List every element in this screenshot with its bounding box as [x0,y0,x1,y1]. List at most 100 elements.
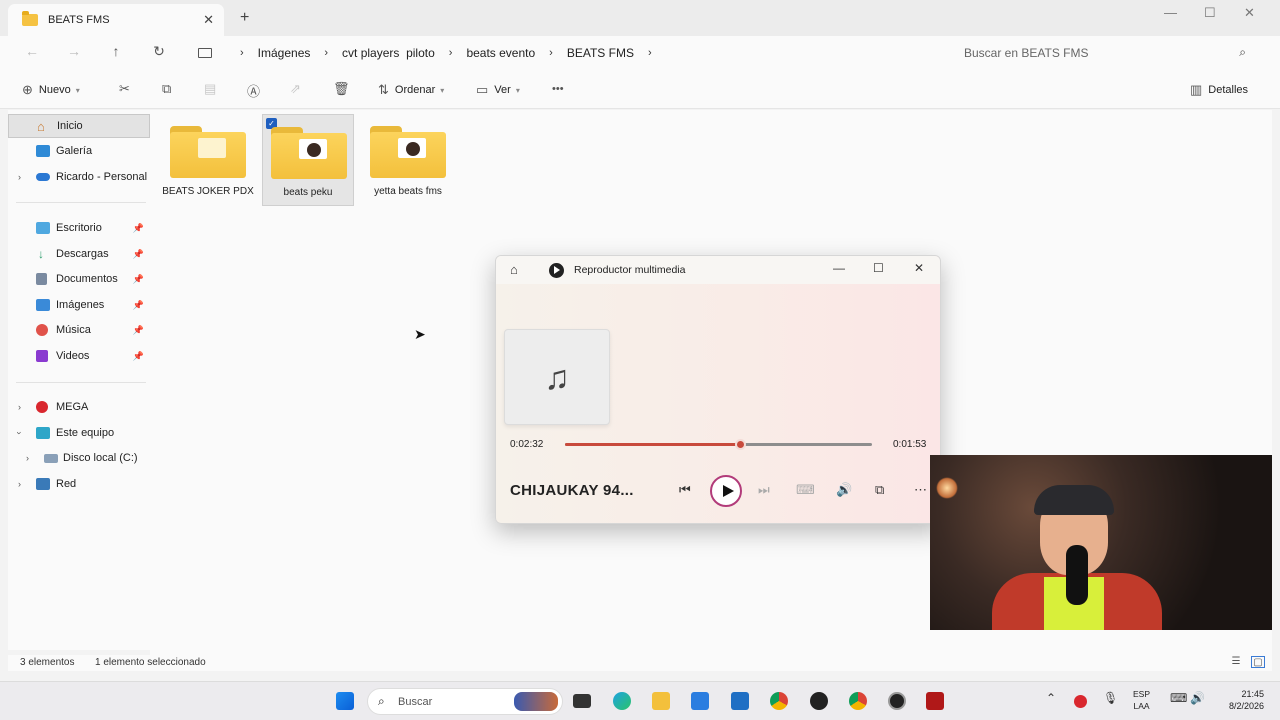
pin-icon[interactable]: 📌 [133,325,144,336]
folder-item[interactable]: BEATS JOKER PDX [162,114,254,206]
seek-thumb[interactable] [734,439,746,450]
sidebar-item-disco-local[interactable]: › Disco local (C:) [8,446,150,470]
up-arrow-icon[interactable]: ↑ [106,43,126,59]
tab-close-icon[interactable]: ✕ [203,12,214,28]
keyboard-layout: LAA [1133,701,1150,711]
share-icon[interactable]: ⇗ [290,81,301,97]
file-explorer-icon[interactable] [652,692,670,710]
player-minimize-button[interactable]: — [833,261,845,275]
play-button[interactable] [710,475,742,507]
breadcrumb-beats-evento[interactable]: beats evento [466,46,535,60]
forward-arrow-icon[interactable]: → [64,43,84,59]
details-view-icon[interactable]: ☰ [1229,656,1243,668]
sidebar-item-imagenes[interactable]: Imágenes 📌 [8,293,150,317]
chevron-right-icon[interactable]: › [18,402,21,412]
sidebar-item-galeria[interactable]: Galería [8,139,150,163]
player-close-button[interactable]: ✕ [914,261,924,275]
sidebar-item-inicio[interactable]: ⌂ Inicio [8,114,150,138]
sidebar-item-musica[interactable]: Música 📌 [8,318,150,342]
sidebar-item-documentos[interactable]: Documentos 📌 [8,267,150,291]
pin-icon[interactable]: 📌 [133,300,144,311]
computer-icon[interactable] [198,48,212,58]
chrome-icon[interactable] [770,692,788,710]
sidebar-item-red[interactable]: › Red [8,472,150,496]
pin-icon[interactable]: 📌 [133,351,144,362]
back-arrow-icon[interactable]: ← [22,43,42,59]
view-button[interactable]: ▭ Ver ▾ [476,82,520,98]
task-view-icon[interactable] [573,694,591,708]
chevron-down-icon[interactable]: › [15,432,25,435]
folder-item[interactable]: yetta beats fms [362,114,454,206]
breadcrumb-cvt-players[interactable]: cvt players piloto [342,46,435,60]
clock[interactable]: 21:45 8/2/2026 [1218,688,1264,712]
search-input[interactable]: Buscar en BEATS FMS ⌕ [950,39,1260,67]
chevron-right-icon[interactable]: › [549,47,553,59]
mini-player-icon[interactable]: ⧉ [875,482,884,498]
volume-icon[interactable]: 🔊 [836,482,852,498]
onedrive-icon [36,173,50,181]
chevron-right-icon[interactable]: › [449,47,453,59]
mega-icon[interactable] [1074,695,1087,708]
pin-icon[interactable]: 📌 [133,249,144,260]
seek-slider[interactable] [565,439,872,450]
chevron-right-icon[interactable]: › [18,479,21,489]
sidebar-item-ricardo-personal[interactable]: › Ricardo - Personal [8,165,150,189]
search-icon: ⌕ [1239,45,1246,59]
chevron-right-icon[interactable]: › [648,47,652,59]
app-icon[interactable] [810,692,828,710]
outlook-icon[interactable] [731,692,749,710]
copy-icon[interactable]: ⧉ [162,81,171,97]
minimize-button[interactable]: — [1164,5,1177,20]
more-options-icon[interactable]: ⋯ [914,482,927,498]
chrome-icon[interactable] [849,692,867,710]
close-button[interactable]: ✕ [1244,5,1255,21]
pin-icon[interactable]: 📌 [133,274,144,285]
sort-button[interactable]: ⇅ Ordenar ▾ [378,82,444,98]
chevron-right-icon[interactable]: › [324,47,328,59]
more-options-icon[interactable]: ••• [552,83,564,95]
home-icon[interactable]: ⌂ [510,262,518,277]
store-icon[interactable] [691,692,709,710]
tab-beats-fms[interactable]: BEATS FMS ✕ [8,4,224,36]
player-maximize-button[interactable]: ☐ [873,261,884,275]
new-button[interactable]: ⊕ Nuevo ▾ [22,82,80,98]
chevron-right-icon[interactable]: › [18,172,21,182]
next-track-icon[interactable]: ⏭ [758,482,770,498]
edge-icon[interactable] [613,692,631,710]
rename-icon[interactable]: Ⓐ [247,81,260,100]
breadcrumb-beats-fms[interactable]: BEATS FMS [567,46,634,60]
new-tab-button[interactable]: + [240,9,249,27]
details-button[interactable]: ▥ Detalles [1190,82,1248,98]
network-icon[interactable]: ⌨ [1170,691,1187,705]
volume-icon[interactable]: 🔊 [1190,691,1205,705]
refresh-icon[interactable]: ↻ [149,43,169,60]
breadcrumb-imagenes[interactable]: Imágenes [258,46,311,60]
large-icons-view-icon[interactable]: ▢ [1251,656,1265,668]
folder-item[interactable]: ✓ beats peku [262,114,354,206]
maximize-button[interactable]: ☐ [1204,5,1216,21]
sidebar-item-descargas[interactable]: ↓ Descargas 📌 [8,242,150,266]
sidebar-item-mega[interactable]: › MEGA [8,395,150,419]
breadcrumb[interactable]: › Imágenes › cvt players piloto › beats … [190,39,940,67]
microphone-icon[interactable]: 🎙 [1103,691,1118,705]
chevron-right-icon[interactable]: › [240,47,244,59]
previous-track-icon[interactable]: ⏮ [679,482,691,498]
app-icon[interactable] [926,692,944,710]
media-player-icon[interactable] [888,692,906,710]
paste-icon[interactable]: ▤ [204,81,216,97]
sidebar-item-label: Inicio [57,120,83,132]
sidebar-item-escritorio[interactable]: Escritorio 📌 [8,216,150,240]
pin-icon[interactable]: 📌 [133,223,144,234]
delete-icon[interactable]: 🗑 [333,81,350,97]
taskbar-search[interactable]: ⌕ Buscar [367,688,563,715]
chevron-right-icon[interactable]: › [26,453,29,463]
album-art-music-note-icon: ♫ [504,329,610,425]
chevron-up-icon[interactable]: ⌃ [1046,691,1056,705]
windows-start-icon[interactable] [336,692,354,710]
folder-icon [370,126,446,180]
subtitles-icon[interactable]: ⌨ [796,482,815,498]
cut-icon[interactable]: ✂ [119,81,130,97]
sidebar-item-este-equipo[interactable]: › Este equipo [8,421,150,445]
language-indicator[interactable]: ESP LAA [1133,688,1150,712]
sidebar-item-videos[interactable]: Videos 📌 [8,344,150,368]
